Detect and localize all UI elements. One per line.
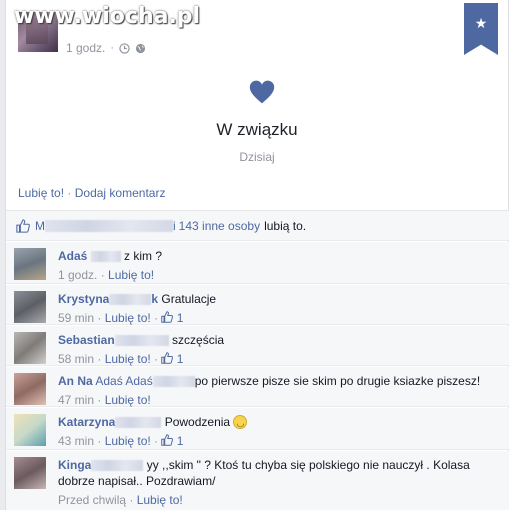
commenter-name[interactable]: Krystyna: [58, 292, 109, 306]
commenter-name[interactable]: An Na: [58, 374, 93, 388]
commenter-avatar[interactable]: [14, 457, 46, 489]
comment-meta: 1 godz. · Lubię to!: [58, 268, 155, 282]
blurred-surname: [152, 376, 195, 388]
commenter-avatar[interactable]: [14, 291, 46, 323]
comment-time[interactable]: 47 min: [58, 393, 94, 407]
blurred-names: [45, 219, 173, 232]
post-meta: 1 godz. ·: [66, 41, 146, 55]
comment-item: Krystyna k Gratulacje 59 min · Lubię to! …: [6, 285, 509, 325]
meta-separator: ·: [110, 42, 115, 54]
commenter-avatar[interactable]: [14, 373, 46, 405]
thumb-up-icon: [161, 352, 174, 364]
comment-text: Powodzenia: [164, 415, 231, 429]
comment-body: Adaś z kim ? 1 godz. · Lubię to!: [58, 248, 502, 283]
tagged-names[interactable]: Adaś Adaś: [95, 374, 152, 388]
heart-icon: [249, 80, 275, 104]
comment-like-button[interactable]: Lubię to!: [137, 493, 183, 507]
liker-name-end[interactable]: i: [173, 219, 176, 233]
comment-meta: 43 min · Lubię to! · 1: [58, 434, 184, 448]
commenter-avatar[interactable]: [14, 414, 46, 446]
event-title: W związku: [216, 120, 298, 139]
commenter-name[interactable]: Sebastian: [58, 333, 115, 347]
comment-meta: 58 min · Lubię to! · 1: [58, 352, 184, 366]
comment-time[interactable]: Przed chwilą: [58, 493, 126, 507]
likes-summary: M i 143 inne osoby lubią to.: [6, 210, 509, 241]
comment-body: Kinga yy ,,skim " ? Ktoś tu chyba się po…: [58, 457, 502, 508]
thumb-up-icon: [161, 311, 174, 323]
post-card: www.wiocha.pl 1 godz. · ★ W związku Dzis…: [5, 0, 509, 510]
comment-body: Sebastian szczęścia 58 min · Lubię to! ·…: [58, 332, 502, 367]
globe-icon: [135, 43, 146, 53]
smiley-icon: [233, 415, 248, 431]
commenter-name[interactable]: Katarzyna: [58, 415, 115, 429]
others-link[interactable]: 143 inne osoby: [179, 219, 260, 233]
comment-text: Gratulacje: [161, 292, 217, 306]
comment-item: Katarzyna Powodzenia 43 min · Lubię to! …: [6, 408, 509, 450]
like-button[interactable]: Lubię to!: [18, 186, 64, 200]
comment-meta: 47 min · Lubię to!: [58, 393, 151, 407]
comment-like-count[interactable]: 1: [161, 352, 183, 366]
comment-item: Kinga yy ,,skim " ? Ktoś tu chyba się po…: [6, 451, 509, 510]
comment-like-button[interactable]: Lubię to!: [105, 352, 151, 366]
comment-item: An Na Adaś Adaś po pierwsze pisze sie ski…: [6, 367, 509, 407]
comment-item: Sebastian szczęścia 58 min · Lubię to! ·…: [6, 326, 509, 366]
like-count-value: 1: [176, 434, 184, 448]
likes-suffix: lubią to.: [264, 218, 307, 233]
comment-body: An Na Adaś Adaś po pierwsze pisze sie ski…: [58, 373, 502, 408]
blurred-surname: [90, 251, 121, 263]
comment-text: szczęścia: [172, 333, 225, 347]
comment-time[interactable]: 1 godz.: [58, 268, 97, 282]
comment-time[interactable]: 59 min: [58, 311, 94, 325]
comment-like-count[interactable]: 1: [161, 434, 183, 448]
blurred-surname: [109, 294, 152, 306]
commenter-name[interactable]: Adaś: [58, 249, 87, 263]
star-icon: ★: [474, 15, 488, 31]
watermark: www.wiocha.pl: [14, 4, 201, 29]
action-separator: ·: [67, 186, 72, 200]
comment-time[interactable]: 43 min: [58, 434, 94, 448]
event-date: Dzisiaj: [239, 150, 275, 164]
liker-name-start[interactable]: M: [35, 219, 45, 233]
commenter-name-tail[interactable]: k: [151, 292, 158, 306]
blurred-surname: [115, 417, 162, 429]
commenter-avatar[interactable]: [14, 248, 46, 280]
comment-time[interactable]: 58 min: [58, 352, 94, 366]
bookmark-ribbon[interactable]: ★: [464, 3, 498, 55]
blurred-surname: [114, 335, 169, 347]
comment-like-button[interactable]: Lubię to!: [105, 434, 151, 448]
post-time[interactable]: 1 godz.: [66, 41, 105, 55]
comment-like-button[interactable]: Lubię to!: [108, 268, 154, 282]
commenter-avatar[interactable]: [14, 332, 46, 364]
like-count-value: 1: [176, 352, 184, 366]
comment-button[interactable]: Dodaj komentarz: [75, 186, 166, 200]
comment-meta: 59 min · Lubię to! · 1: [58, 311, 184, 325]
comment-item: Adaś z kim ? 1 godz. · Lubię to!: [6, 242, 509, 284]
comment-text: po pierwsze pisze sie skim po drugie ksi…: [194, 374, 481, 388]
blurred-surname: [91, 460, 144, 472]
comment-like-button[interactable]: Lubię to!: [105, 311, 151, 325]
comment-like-button[interactable]: Lubię to!: [105, 393, 151, 407]
post-actions: Lubię to! · Dodaj komentarz: [18, 186, 165, 200]
comment-body: Katarzyna Powodzenia 43 min · Lubię to! …: [58, 414, 502, 449]
thumb-up-icon: [16, 218, 30, 233]
commenter-name[interactable]: Kinga: [58, 458, 91, 472]
comment-text: z kim ?: [124, 249, 163, 263]
like-count-value: 1: [176, 311, 184, 325]
clock-icon: [119, 42, 130, 54]
comment-body: Krystyna k Gratulacje 59 min · Lubię to! …: [58, 291, 502, 326]
thumb-up-icon: [161, 434, 174, 446]
comment-like-count[interactable]: 1: [161, 311, 183, 325]
comment-meta: Przed chwilą · Lubię to!: [58, 493, 183, 507]
